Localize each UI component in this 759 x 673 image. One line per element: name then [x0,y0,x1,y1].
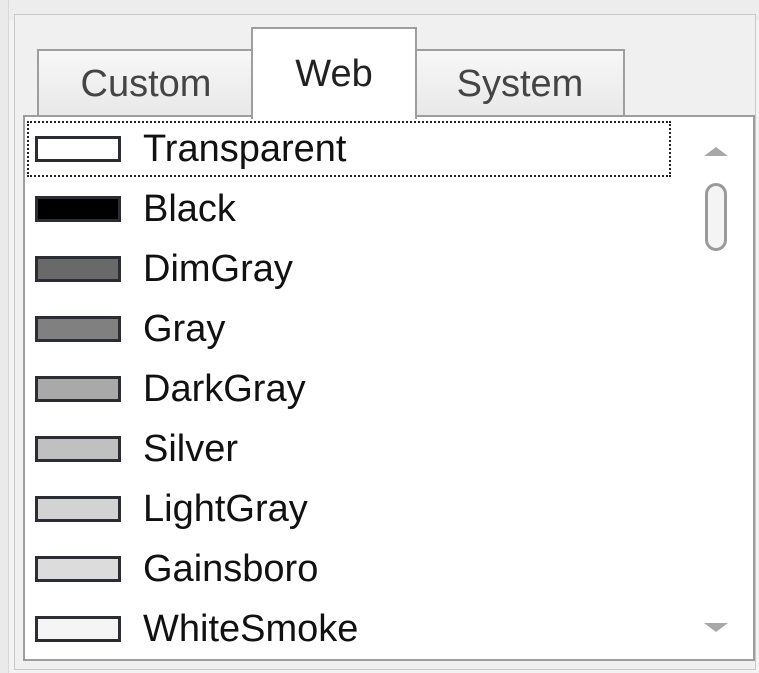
color-swatch [35,436,121,462]
color-swatch [35,616,121,642]
scrollbar-thumb[interactable] [705,183,727,251]
tab-custom-label: Custom [80,62,212,105]
tab-web-label: Web [295,52,373,95]
color-picker-popup: Custom Web System Transparent Black DimG… [14,14,756,670]
color-swatch [35,496,121,522]
color-name: Black [143,187,236,230]
color-name: Gray [143,307,226,350]
color-swatch [35,316,121,342]
tab-web[interactable]: Web [251,27,417,119]
tab-system[interactable]: System [415,49,625,117]
color-item-lightgray[interactable]: LightGray [25,479,673,539]
color-name: Silver [143,427,239,470]
background-edge [0,0,9,673]
color-item-black[interactable]: Black [25,179,673,239]
color-name: Transparent [143,127,347,170]
color-list[interactable]: Transparent Black DimGray Gray DarkGray … [23,115,755,661]
color-item-darkgray[interactable]: DarkGray [25,359,673,419]
color-swatch [35,136,121,162]
color-item-gainsboro[interactable]: Gainsboro [25,539,673,599]
color-item-silver[interactable]: Silver [25,419,673,479]
color-name: Gainsboro [143,547,319,590]
color-swatch [35,196,121,222]
color-item-dimgray[interactable]: DimGray [25,239,673,299]
color-swatch [35,376,121,402]
color-item-whitesmoke[interactable]: WhiteSmoke [25,599,673,659]
color-swatch [35,256,121,282]
color-item-gray[interactable]: Gray [25,299,673,359]
tab-custom[interactable]: Custom [37,49,255,117]
color-name: DarkGray [143,367,306,410]
color-name: DimGray [143,247,293,290]
tab-system-label: System [456,62,584,105]
color-item-transparent[interactable]: Transparent [25,119,673,179]
color-swatch [35,556,121,582]
chevron-up-icon[interactable] [704,147,728,156]
vertical-scrollbar[interactable] [683,117,753,659]
chevron-down-icon[interactable] [704,623,728,632]
color-name: LightGray [143,487,308,530]
color-name: WhiteSmoke [143,607,359,650]
